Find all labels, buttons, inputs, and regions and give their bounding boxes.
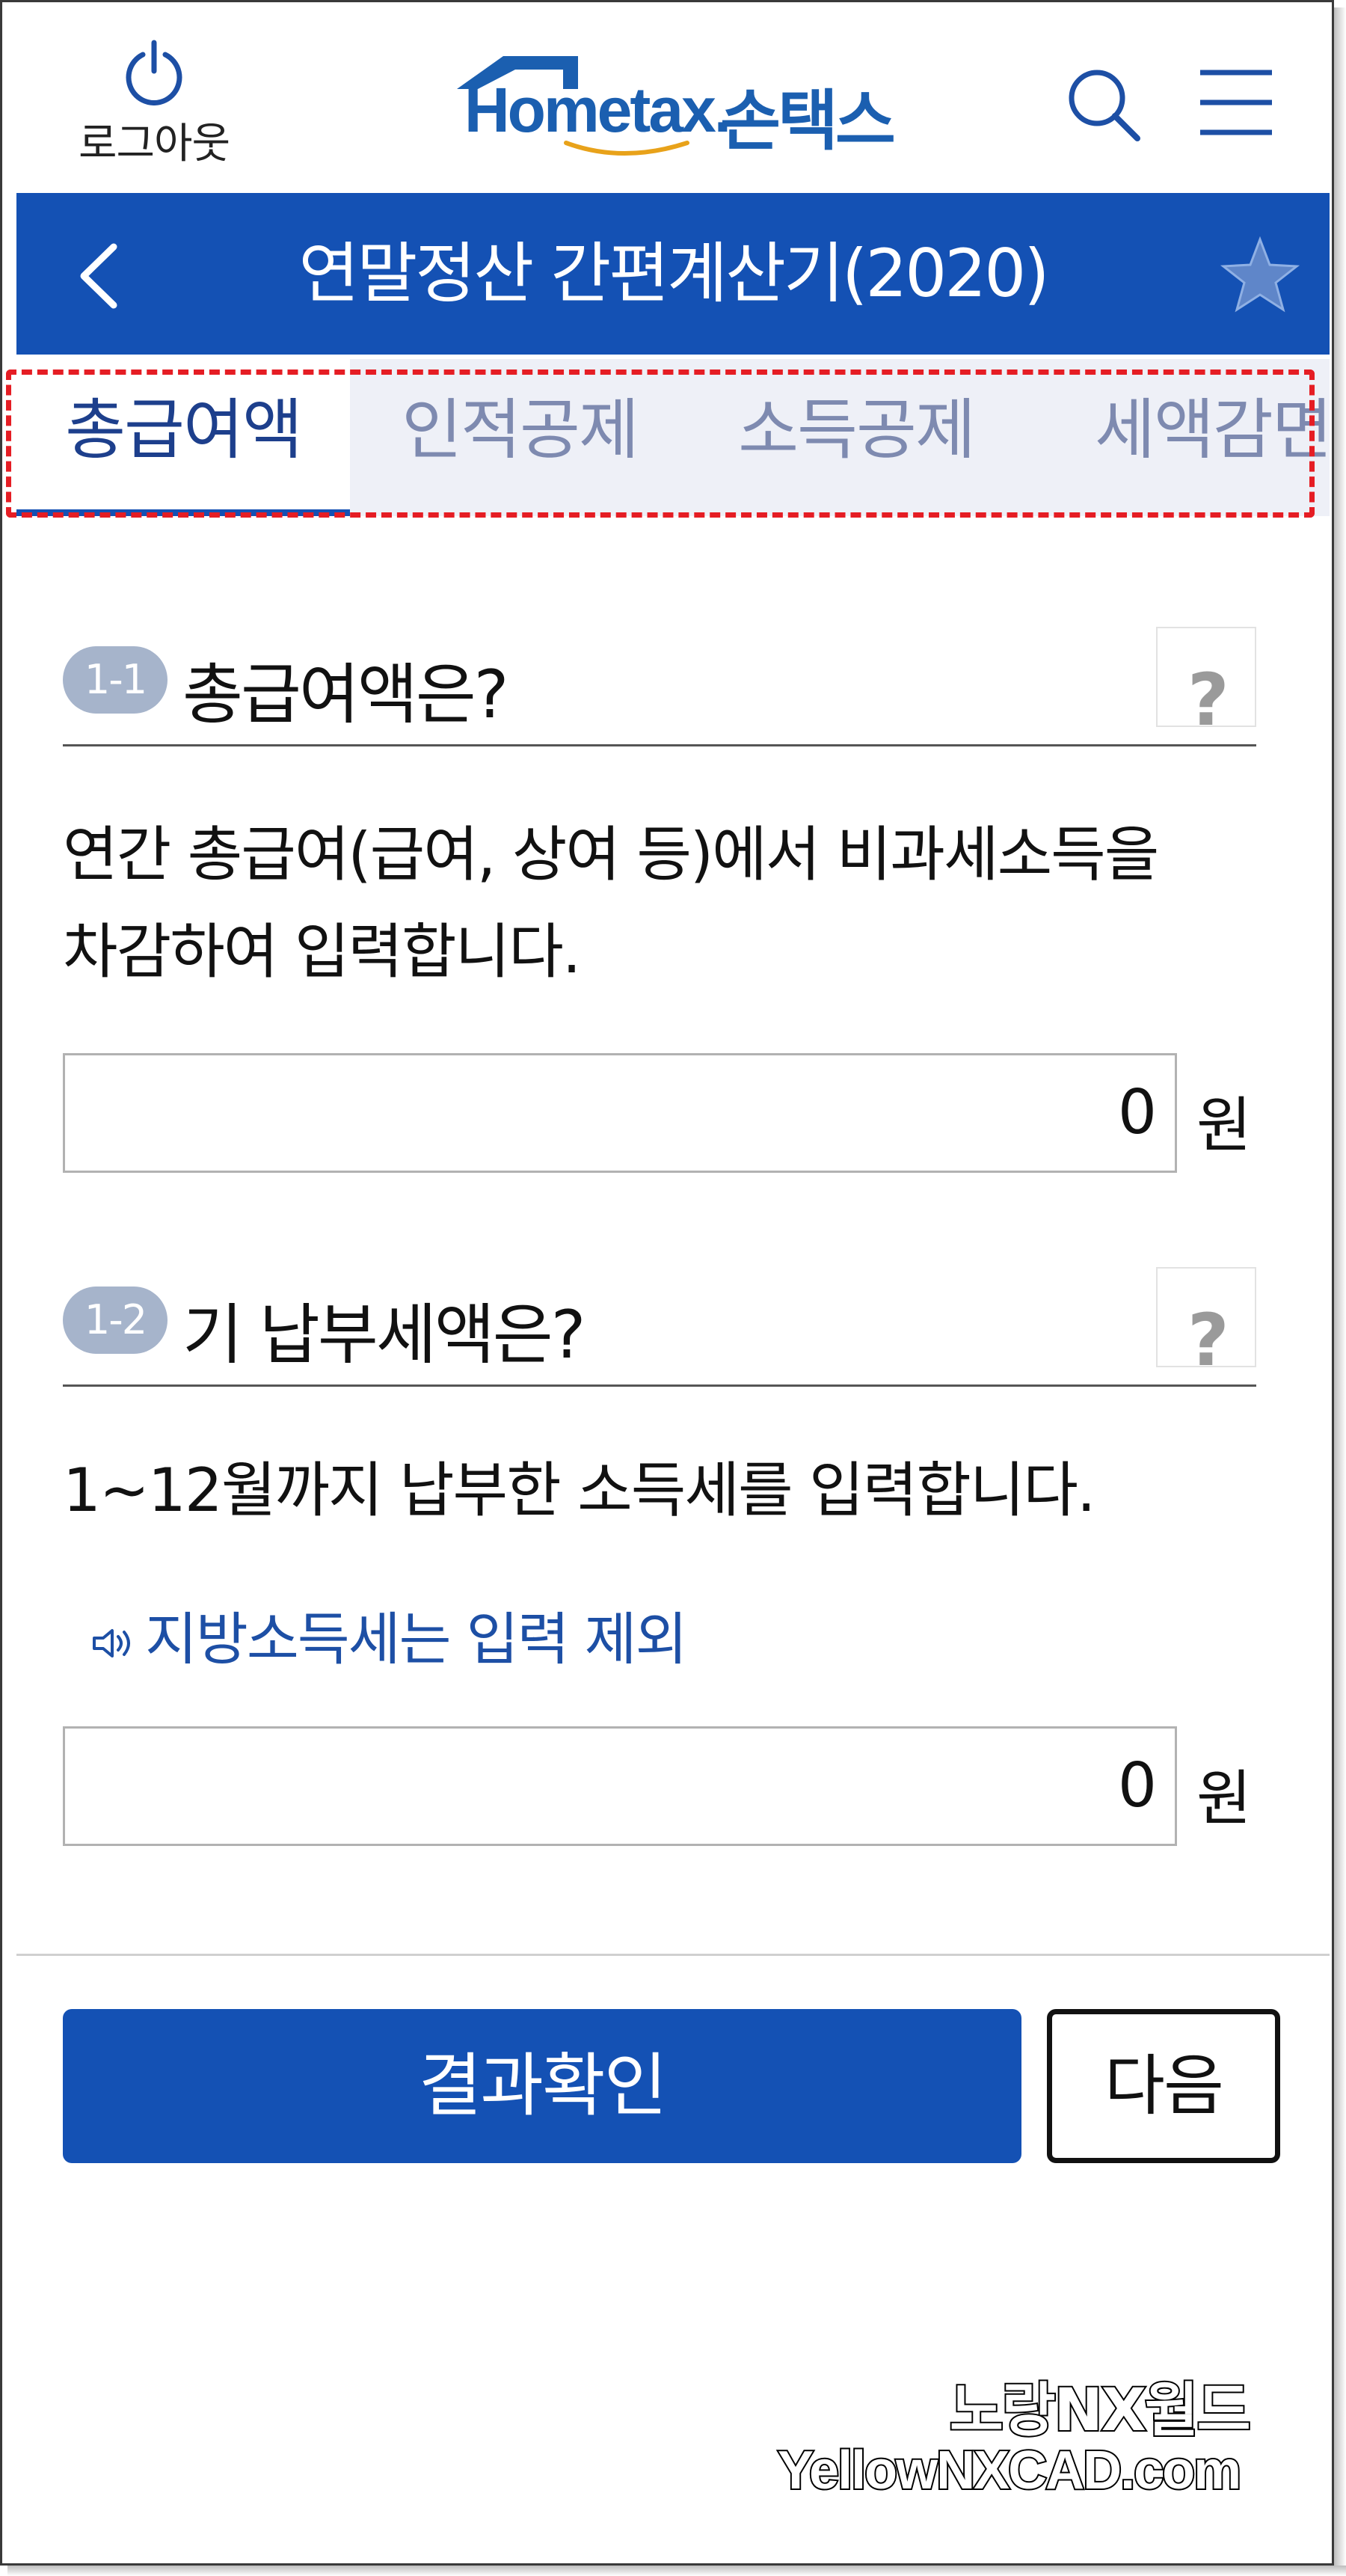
next-button[interactable]: 다음 xyxy=(1047,2009,1280,2163)
section-header-total-salary: 1-1 총급여액은? ? xyxy=(63,627,1256,746)
page-title: 연말정산 간편계산기(2020) xyxy=(298,235,1049,312)
help-button[interactable]: ? xyxy=(1156,627,1256,742)
help-button[interactable]: ? xyxy=(1156,1267,1256,1382)
total-salary-input[interactable]: 0 xyxy=(63,1053,1177,1173)
result-check-button[interactable]: 결과확인 xyxy=(63,2009,1021,2163)
brand-latin: Hometax. xyxy=(464,75,731,145)
section-title: 기 납부세액은? xyxy=(182,1296,586,1373)
page-title-bar: 연말정산 간편계산기(2020) xyxy=(16,193,1330,355)
watermark-line2: YellowNXCAD.com xyxy=(776,2439,1243,2502)
menu-icon xyxy=(1200,70,1272,135)
logout-label: 로그아웃 xyxy=(78,120,230,168)
hometax-logo[interactable]: Hometax. 손택스 xyxy=(451,47,915,167)
help-icon: ? xyxy=(1187,658,1229,742)
step-badge: 1-1 xyxy=(63,646,168,714)
frame-shadow-bottom xyxy=(7,2566,1346,2576)
section-title: 총급여액은? xyxy=(182,656,509,733)
speaker-icon xyxy=(93,1629,130,1657)
tab-highlight-annotation xyxy=(6,369,1315,518)
currency-unit: 원 xyxy=(1196,1764,1252,1833)
section-description-line1: 1~12월까지 납부한 소득세를 입력합니다. xyxy=(63,1456,1095,1525)
local-tax-notice: 지방소득세는 입력 제외 xyxy=(90,1593,688,1675)
help-icon: ? xyxy=(1187,1298,1229,1382)
logo-swoosh-icon xyxy=(564,141,689,156)
brand-korean: 손택스 xyxy=(720,82,896,159)
search-button[interactable] xyxy=(1063,64,1145,146)
section-description-line1: 연간 총급여(급여, 상여 등)에서 비과세소득을 xyxy=(63,820,1159,889)
currency-unit: 원 xyxy=(1196,1091,1252,1160)
section-header-paid-tax: 1-2 기 납부세액은? ? xyxy=(63,1267,1256,1387)
divider xyxy=(16,1954,1330,1956)
frame-shadow-right xyxy=(1334,7,1346,2576)
favorite-button[interactable] xyxy=(1219,235,1301,317)
menu-button[interactable] xyxy=(1197,67,1275,138)
step-badge: 1-2 xyxy=(63,1287,168,1354)
section-description-line2: 차감하여 입력합니다. xyxy=(63,917,581,987)
power-icon xyxy=(126,40,182,105)
paid-tax-input[interactable]: 0 xyxy=(63,1726,1177,1846)
logout-button[interactable]: 로그아웃 xyxy=(61,38,248,171)
watermark-line1: 노랑NX월드 xyxy=(948,2376,1252,2446)
search-icon xyxy=(1069,70,1140,141)
notice-text: 지방소득세는 입력 제외 xyxy=(145,1606,688,1672)
star-icon xyxy=(1220,236,1300,313)
